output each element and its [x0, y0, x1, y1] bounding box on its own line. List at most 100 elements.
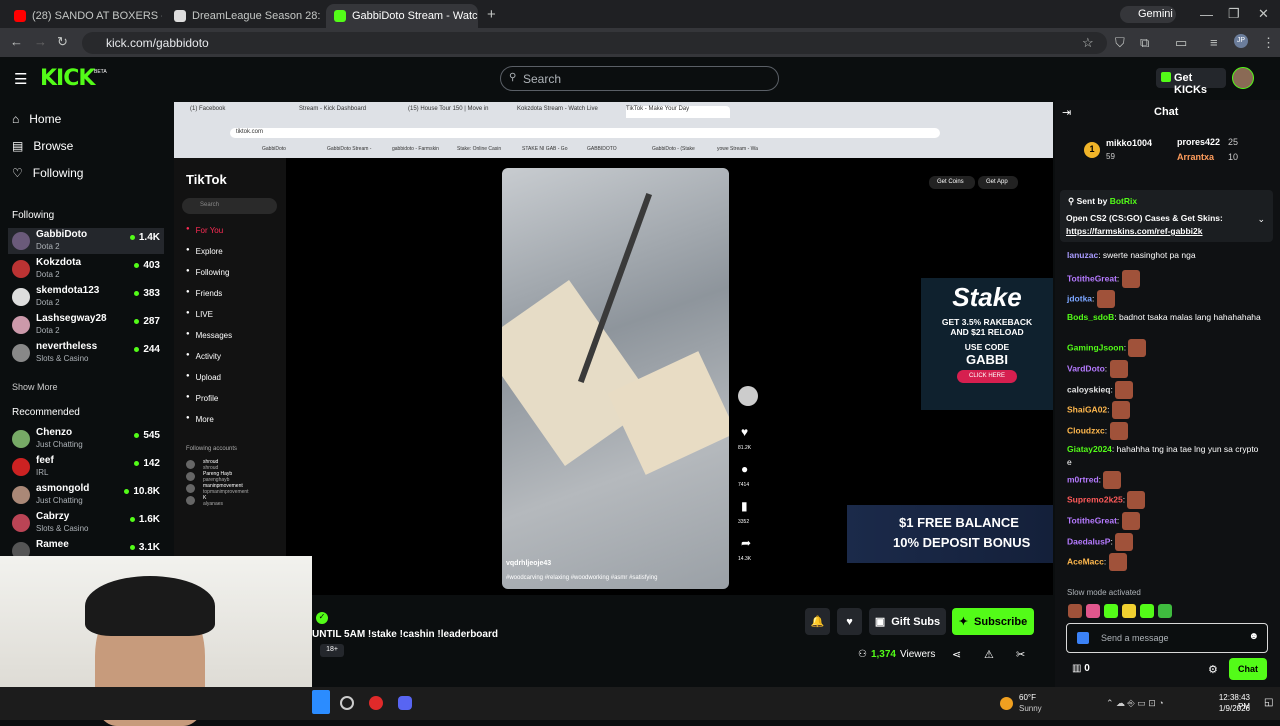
menu-icon[interactable]: ☰: [14, 70, 27, 88]
minimize-icon[interactable]: —: [1200, 7, 1213, 22]
more-icon[interactable]: ⋮: [1262, 35, 1275, 51]
emote-icon[interactable]: [1068, 604, 1082, 618]
chat-username[interactable]: lanuzac: [1067, 250, 1098, 260]
collapse-chat-icon[interactable]: ⇥: [1062, 106, 1071, 119]
chat-username[interactable]: DaedalusP: [1067, 536, 1110, 546]
sidebar-channel[interactable]: Kokzdota Dota 2 403: [8, 256, 164, 282]
chat-message[interactable]: Giatay2024: hahahha tng ina tae lng yun …: [1067, 443, 1262, 469]
tab-youtube[interactable]: (28) SANDO AT BOXERS - YouT✕: [6, 4, 162, 28]
chat-message[interactable]: ShaiGA02:: [1067, 401, 1262, 420]
chat-message[interactable]: lanuzac: swerte nasinghot pa nga: [1067, 249, 1262, 262]
follow-button[interactable]: ♥: [837, 608, 862, 635]
chat-username[interactable]: Giatay2024: [1067, 444, 1112, 454]
emoji-icon[interactable]: ☻: [1248, 631, 1259, 642]
show-more-link[interactable]: Show More: [12, 382, 58, 392]
chat-username[interactable]: Supremo2k25: [1067, 495, 1123, 505]
chat-username[interactable]: VardDoto: [1067, 363, 1105, 373]
bookmark-star-icon[interactable]: ☆: [1082, 35, 1094, 51]
sidebar-channel[interactable]: GabbiDoto Dota 2 1.4K: [8, 228, 164, 254]
sidebar-channel[interactable]: Lashsegway28 Dota 2 287: [8, 312, 164, 338]
emote-icon[interactable]: [1104, 604, 1118, 618]
channel-avatar: [12, 344, 30, 362]
chat-message[interactable]: Supremo2k25:: [1067, 491, 1262, 510]
search-input[interactable]: Search: [500, 66, 779, 91]
reload-icon[interactable]: ↻: [57, 34, 68, 50]
notifications-icon[interactable]: ◱: [1264, 697, 1273, 708]
sidebar-channel[interactable]: Cabrzy Slots & Casino 1.6K: [8, 510, 164, 536]
gemini-button[interactable]: Gemini: [1120, 6, 1176, 23]
chat-message[interactable]: GamingJsoon:: [1067, 339, 1262, 358]
emote-icon[interactable]: [1158, 604, 1172, 618]
chat-username[interactable]: TotitheGreat: [1067, 515, 1117, 525]
chat-message[interactable]: m0rtred:: [1067, 470, 1262, 489]
back-icon[interactable]: ←: [10, 34, 23, 49]
nav-home[interactable]: ⌂ Home: [12, 112, 61, 126]
chat-settings-icon[interactable]: ⚙: [1208, 663, 1218, 676]
chat-username[interactable]: m0rtred: [1067, 474, 1099, 484]
chat-message[interactable]: caloyskieq:: [1067, 380, 1262, 399]
new-tab-icon[interactable]: +: [487, 6, 496, 23]
shield-icon[interactable]: ⛉: [1115, 35, 1125, 51]
chat-username[interactable]: jdotka: [1067, 294, 1092, 304]
window-close-icon[interactable]: ✕: [1258, 6, 1269, 22]
subscribe-button[interactable]: ✦ Subscribe: [952, 608, 1034, 635]
chat-username[interactable]: Bods_sdoB: [1067, 312, 1114, 322]
sidebar-channel[interactable]: nevertheless Slots & Casino 244: [8, 340, 164, 366]
emote-icon[interactable]: [1086, 604, 1100, 618]
user-avatar[interactable]: [1232, 67, 1254, 89]
chat-username[interactable]: Cloudzxc: [1067, 425, 1105, 435]
chat-username[interactable]: AceMacc: [1067, 557, 1104, 567]
chat-username[interactable]: caloyskieq: [1067, 384, 1110, 394]
steam-icon[interactable]: [312, 690, 330, 714]
get-coins-button: Get Coins: [929, 176, 975, 189]
chat-message[interactable]: TotitheGreat:: [1067, 512, 1262, 530]
emote-bar[interactable]: [1068, 604, 1260, 618]
sidebar-channel[interactable]: skemdota123 Dota 2 383: [8, 284, 164, 310]
chat-message[interactable]: AceMacc:: [1067, 553, 1262, 572]
pinned-message[interactable]: ⚲ Sent by BotRix Open CS2 (CS:GO) Cases …: [1060, 190, 1273, 242]
clip-icon[interactable]: ✂: [1016, 648, 1025, 661]
chevron-down-icon[interactable]: ⌄: [1257, 214, 1265, 225]
chat-message[interactable]: VardDoto:: [1067, 359, 1262, 378]
nav-browse[interactable]: ▤ Browse: [12, 139, 73, 153]
profile-avatar[interactable]: JP: [1234, 34, 1248, 48]
tab-kick[interactable]: GabbiDoto Stream - Watch🔊✕: [326, 4, 478, 28]
chat-message[interactable]: Cloudzxc:: [1067, 421, 1262, 440]
send-chat-button[interactable]: Chat: [1229, 658, 1267, 680]
emote-icon[interactable]: [1140, 604, 1154, 618]
record-icon[interactable]: [369, 696, 383, 710]
tiktok-menu-icon: ●: [186, 310, 190, 316]
chat-username[interactable]: TotitheGreat: [1067, 273, 1117, 283]
chat-username[interactable]: GamingJsoon: [1067, 342, 1124, 352]
obs-icon[interactable]: [340, 696, 354, 710]
chat-username[interactable]: ShaiGA02: [1067, 404, 1107, 414]
chat-message[interactable]: Bods_sdoB: badnot tsaka malas lang hahah…: [1067, 311, 1262, 324]
share-icon[interactable]: ⋖: [952, 648, 961, 661]
forward-icon[interactable]: →: [34, 34, 47, 49]
pinned-link[interactable]: https://farmskins.com/ref-gabbi2k: [1066, 226, 1203, 236]
chat-message[interactable]: DaedalusP:: [1067, 532, 1262, 551]
notify-button[interactable]: 🔔: [805, 608, 830, 635]
chat-message[interactable]: jdotka:: [1067, 290, 1262, 309]
tab-dreamleague[interactable]: DreamLeague Season 28: South✕: [166, 4, 322, 28]
chat-input[interactable]: Send a message ☻: [1066, 623, 1268, 653]
url-field[interactable]: kick.com/gabbidoto: [82, 32, 1107, 54]
sidebar-channel[interactable]: feef IRL 142: [8, 454, 164, 480]
channel-viewers: 244: [134, 344, 160, 355]
tray-icons[interactable]: ⌃ ☁ ⎆ ▭ ⊡ ◔: [1106, 698, 1164, 709]
discord-icon[interactable]: [398, 696, 412, 710]
cast-icon[interactable]: ▭: [1175, 35, 1187, 51]
sidebar-channel[interactable]: asmongold Just Chatting 10.8K: [8, 482, 164, 508]
report-icon[interactable]: ⚠: [984, 648, 994, 661]
gift-subs-button[interactable]: ▣ Gift Subs: [869, 608, 946, 635]
nav-following[interactable]: ♡ Following: [12, 166, 83, 180]
following-accounts-header: Following accounts: [186, 446, 238, 452]
kick-logo[interactable]: KICK: [40, 66, 95, 91]
emote-icon[interactable]: [1122, 604, 1136, 618]
points-display[interactable]: ▥ 0: [1072, 663, 1090, 674]
extensions-icon[interactable]: ⧉: [1140, 35, 1149, 51]
sidebar-channel[interactable]: Chenzo Just Chatting 545: [8, 426, 164, 452]
chat-message[interactable]: TotitheGreat:: [1067, 269, 1262, 288]
restore-icon[interactable]: ❐: [1228, 6, 1240, 22]
list-icon[interactable]: ≡: [1210, 35, 1218, 50]
